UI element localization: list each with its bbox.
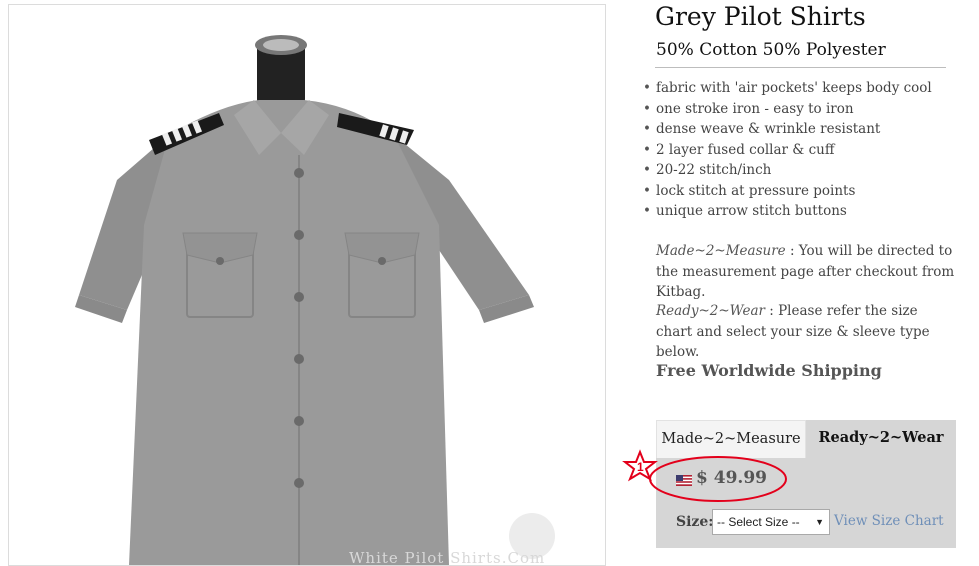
size-select-value: -- Select Size -- <box>717 515 800 529</box>
image-watermark: White Pilot Shirts.Com <box>349 549 546 566</box>
shirt-illustration <box>75 35 534 565</box>
feature-item: unique arrow stitch buttons <box>642 201 932 222</box>
size-label: Size: <box>676 514 714 530</box>
ready-to-wear-term: Ready~2~Wear <box>656 303 765 319</box>
feature-item: 2 layer fused collar & cuff <box>642 140 932 161</box>
purchase-tabs: Made~2~Measure Ready~2~Wear <box>656 420 956 458</box>
feature-item: fabric with 'air pockets' keeps body coo… <box>642 78 932 99</box>
ready-to-wear-description: Ready~2~Wear : Please refer the size cha… <box>656 301 956 363</box>
feature-list: fabric with 'air pockets' keeps body coo… <box>642 78 932 222</box>
made-to-measure-term: Made~2~Measure <box>656 243 786 259</box>
made-to-measure-description: Made~2~Measure : You will be directed to… <box>656 241 956 303</box>
view-size-chart-link[interactable]: View Size Chart <box>834 513 944 529</box>
size-select[interactable]: -- Select Size -- ▼ <box>712 509 830 535</box>
feature-item: one stroke iron - easy to iron <box>642 99 932 120</box>
tab-ready-to-wear[interactable]: Ready~2~Wear <box>806 420 956 458</box>
tab-made-to-measure[interactable]: Made~2~Measure <box>656 420 806 458</box>
divider <box>655 67 946 68</box>
price: $ 49.99 <box>696 468 767 488</box>
feature-item: lock stitch at pressure points <box>642 181 932 202</box>
annotation-marker: 1 <box>637 460 644 474</box>
product-image[interactable]: White Pilot Shirts.Com <box>8 4 606 566</box>
us-flag-icon <box>676 475 692 486</box>
ready-to-wear-panel: $ 49.99 Size: -- Select Size -- ▼ View S… <box>656 458 956 548</box>
chevron-down-icon: ▼ <box>815 517 824 527</box>
product-subtitle: 50% Cotton 50% Polyester <box>656 40 886 60</box>
feature-item: dense weave & wrinkle resistant <box>642 119 932 140</box>
free-shipping-notice: Free Worldwide Shipping <box>656 361 882 380</box>
feature-item: 20-22 stitch/inch <box>642 160 932 181</box>
product-title: Grey Pilot Shirts <box>655 2 866 31</box>
